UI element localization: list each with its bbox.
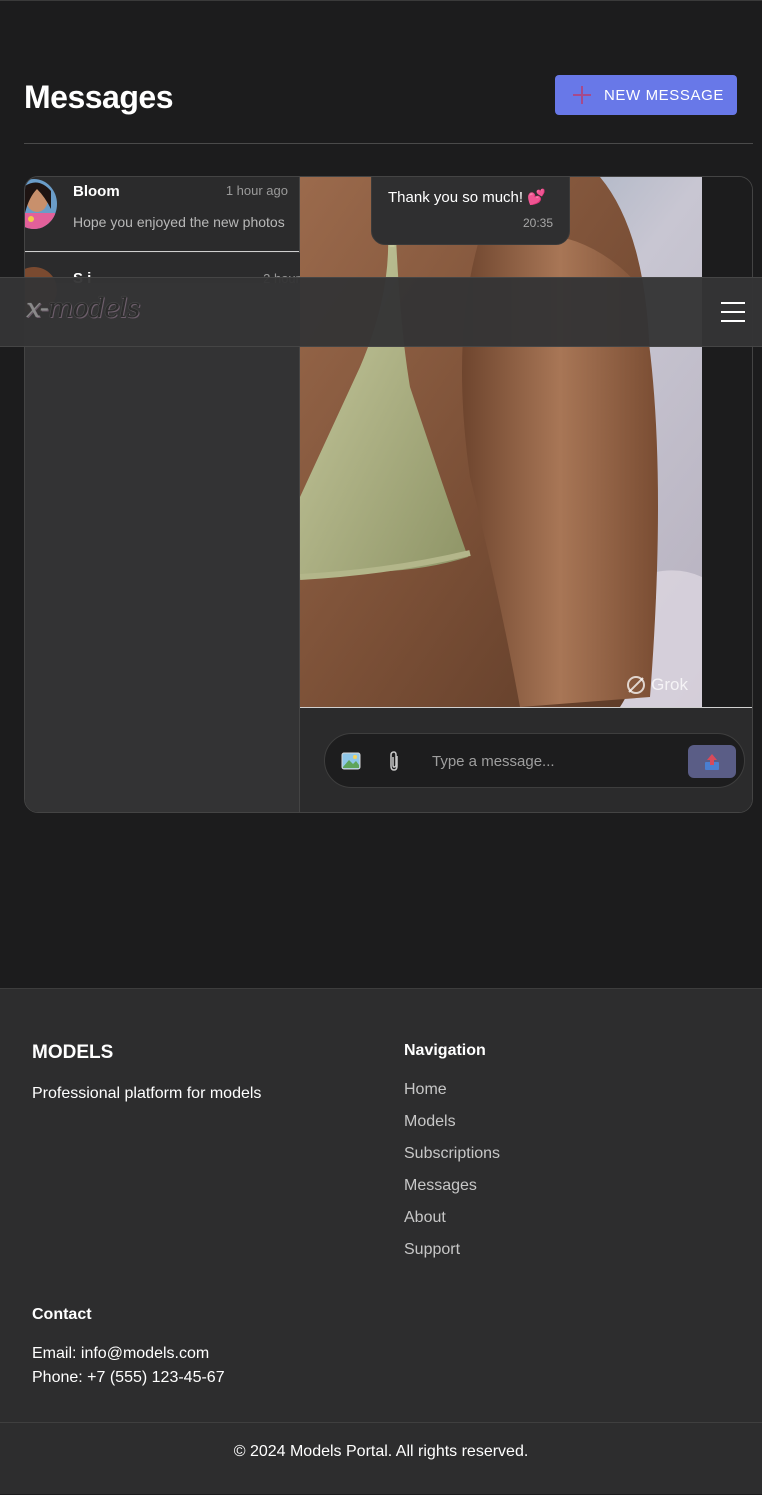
message-text: Thank you so much! (388, 189, 524, 206)
page-header: Messages NEW MESSAGE (24, 74, 737, 116)
plus-icon (573, 86, 591, 104)
footer: MODELS Professional platform for models … (0, 988, 762, 1494)
footer-link-subscriptions[interactable]: Subscriptions (404, 1145, 500, 1177)
footer-link-home[interactable]: Home (404, 1081, 500, 1113)
conversation-preview: Hope you enjoyed the new photos (73, 214, 285, 230)
footer-phone: Phone: +7 (555) 123-45-67 (32, 1369, 225, 1386)
logo-prefix: x- (26, 293, 49, 324)
grok-watermark: Grok (626, 675, 688, 695)
grok-watermark-text: Grok (651, 675, 688, 694)
conversation-list: Bloom 1 hour ago Hope you enjoyed the ne… (25, 177, 300, 812)
message-input[interactable] (432, 748, 672, 774)
grok-logo-icon (627, 676, 646, 694)
footer-link-about[interactable]: About (404, 1209, 500, 1241)
paperclip-icon[interactable] (387, 750, 401, 772)
message-input-bar (324, 733, 745, 788)
image-icon[interactable] (341, 752, 361, 770)
send-button[interactable] (688, 745, 736, 778)
message-bubble: Thank you so much! 💕 20:35 (371, 177, 570, 245)
message-time: 20:35 (522, 216, 553, 230)
navbar: x-models (0, 277, 762, 347)
conversation-name: Bloom (73, 183, 120, 200)
footer-description: Professional platform for models (32, 1085, 262, 1102)
new-message-button[interactable]: NEW MESSAGE (555, 75, 737, 115)
footer-brand: MODELS (32, 1042, 114, 1063)
site-logo[interactable]: x-models (26, 293, 141, 324)
footer-bottom: © 2024 Models Portal. All rights reserve… (0, 1422, 762, 1495)
footer-email: Email: info@models.com (32, 1345, 210, 1362)
message-emoji: 💕 (527, 189, 546, 206)
header-divider (24, 143, 753, 144)
message-text-row: Thank you so much! 💕 (388, 188, 546, 206)
footer-link-messages[interactable]: Messages (404, 1177, 500, 1209)
footer-nav-title: Navigation (404, 1042, 486, 1059)
send-icon (705, 753, 719, 770)
menu-icon[interactable] (721, 302, 745, 322)
message-input-area (300, 707, 752, 812)
conversation-time: 1 hour ago (225, 183, 288, 198)
conversation-item[interactable]: Bloom 1 hour ago Hope you enjoyed the ne… (25, 177, 299, 252)
chat-image[interactable]: Grok (300, 177, 702, 707)
footer-link-models[interactable]: Models (404, 1113, 500, 1145)
footer-link-support[interactable]: Support (404, 1241, 500, 1273)
chat-area: Grok Thank you so much! 💕 20:35 (300, 177, 752, 707)
copyright: © 2024 Models Portal. All rights reserve… (233, 1443, 529, 1460)
page-title: Messages (24, 79, 173, 115)
new-message-label: NEW MESSAGE (604, 86, 724, 104)
footer-nav: Home Models Subscriptions Messages About… (404, 1081, 500, 1273)
avatar (25, 179, 57, 229)
footer-contact-title: Contact (32, 1306, 92, 1323)
logo-text: models (47, 293, 141, 324)
top-border (0, 0, 762, 1)
messages-panel: Bloom 1 hour ago Hope you enjoyed the ne… (24, 176, 753, 813)
